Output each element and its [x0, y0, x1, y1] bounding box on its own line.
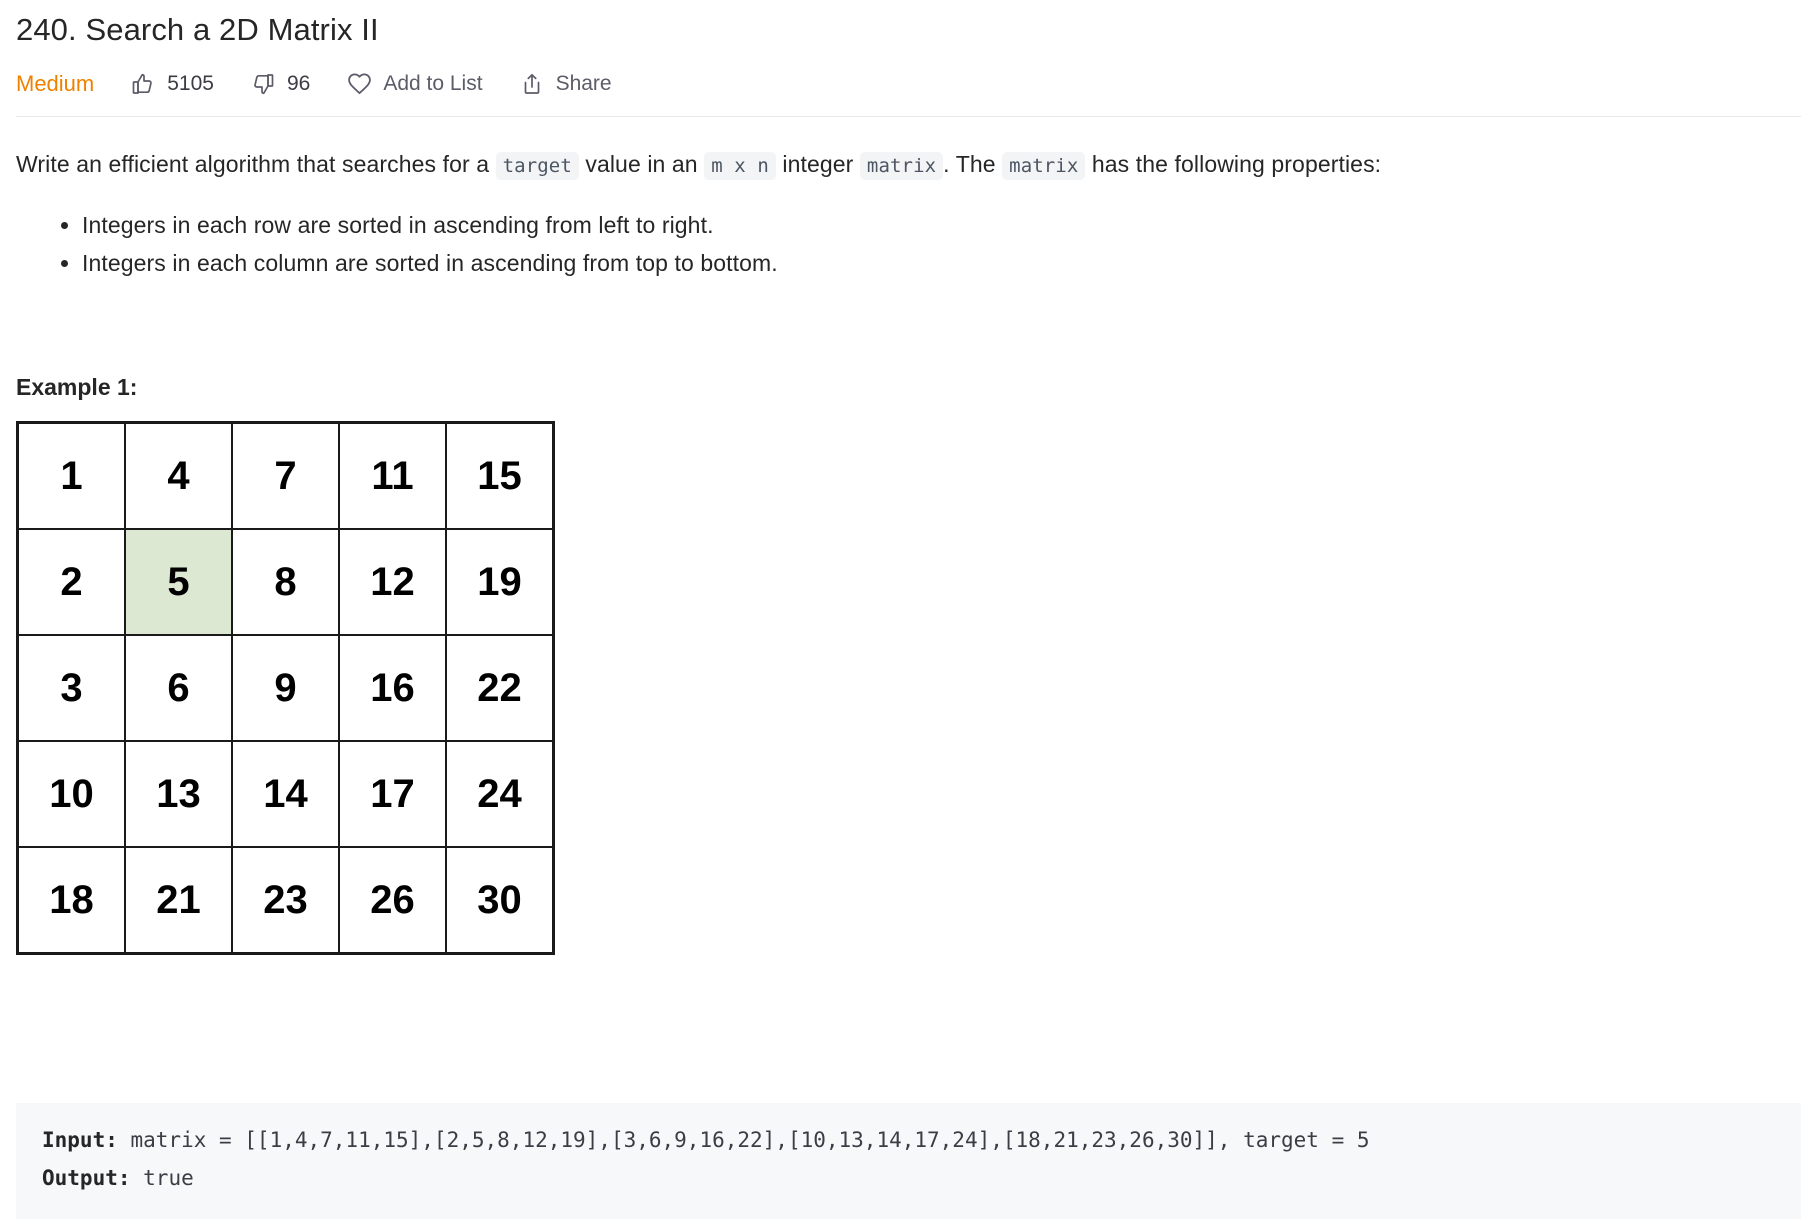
matrix-table: 1 4 7 11 15 2 5 8 12 19 3 6 9 16 22 10 13 14 17 24 18 21 23 26 3…: [16, 421, 555, 955]
inline-code-target: target: [495, 152, 579, 180]
list-item: Integers in each row are sorted in ascen…: [82, 206, 1801, 244]
desc-text-5: has the following properties:: [1085, 151, 1382, 177]
output-label: Output:: [42, 1166, 131, 1190]
matrix-row: 1 4 7 11 15: [16, 421, 555, 530]
matrix-row: 10 13 14 17 24: [16, 740, 555, 848]
matrix-cell: 1: [16, 421, 126, 530]
add-to-list-button[interactable]: Add to List: [346, 71, 483, 97]
matrix-cell-highlighted: 5: [124, 528, 233, 636]
share-icon: [519, 71, 545, 97]
header-divider: [16, 116, 1801, 117]
matrix-cell: 17: [338, 740, 447, 848]
page-title: 240. Search a 2D Matrix II: [16, 12, 379, 47]
heart-icon: [346, 71, 372, 97]
desc-text-1: Write an efficient algorithm that search…: [16, 151, 496, 177]
desc-text-2: value in an: [578, 151, 705, 177]
output-value: true: [130, 1166, 194, 1190]
matrix-cell: 8: [231, 528, 340, 636]
matrix-figure: 1 4 7 11 15 2 5 8 12 19 3 6 9 16 22 10 13 14 17 24 18 21 23 26 3…: [16, 421, 1801, 955]
matrix-cell: 7: [231, 421, 340, 530]
matrix-cell: 11: [338, 421, 447, 530]
problem-meta-row: Medium 5105 96 Add to List Share: [16, 60, 1801, 108]
matrix-cell: 21: [124, 846, 233, 955]
share-label: Share: [555, 72, 612, 95]
matrix-cell: 2: [16, 528, 126, 636]
thumbs-down-icon: [250, 71, 276, 97]
matrix-cell: 9: [231, 634, 340, 742]
matrix-cell: 14: [231, 740, 340, 848]
matrix-cell: 12: [338, 528, 447, 636]
example-heading: Example 1:: [16, 374, 138, 400]
inline-code-mxn: m x n: [704, 152, 776, 180]
list-item: Integers in each column are sorted in as…: [82, 244, 1801, 282]
matrix-cell: 30: [445, 846, 555, 955]
input-value: matrix = [[1,4,7,11,15],[2,5,8,12,19],[3…: [117, 1128, 1370, 1152]
like-count: 5105: [167, 72, 214, 95]
matrix-cell: 15: [445, 421, 555, 530]
matrix-cell: 19: [445, 528, 555, 636]
matrix-cell: 13: [124, 740, 233, 848]
matrix-cell: 22: [445, 634, 555, 742]
add-to-list-label: Add to List: [383, 72, 483, 95]
inline-code-matrix-2: matrix: [1002, 152, 1086, 180]
problem-description: Write an efficient algorithm that search…: [16, 147, 1801, 183]
matrix-cell: 16: [338, 634, 447, 742]
dislike-button[interactable]: 96: [250, 71, 310, 97]
matrix-row: 2 5 8 12 19: [16, 528, 555, 636]
matrix-cell: 23: [231, 846, 340, 955]
matrix-cell: 3: [16, 634, 126, 742]
problem-page: 240. Search a 2D Matrix II Medium 5105 9…: [0, 0, 1817, 1219]
inline-code-matrix-1: matrix: [859, 152, 944, 180]
desc-text-3: integer: [775, 151, 860, 177]
dislike-count: 96: [286, 72, 311, 95]
matrix-cell: 18: [16, 846, 126, 955]
matrix-cell: 24: [445, 740, 555, 848]
matrix-cell: 10: [16, 740, 126, 848]
properties-list: Integers in each row are sorted in ascen…: [16, 206, 1801, 282]
matrix-cell: 6: [124, 634, 233, 742]
share-button[interactable]: Share: [519, 71, 612, 97]
input-label: Input:: [42, 1128, 118, 1152]
thumbs-up-icon: [130, 71, 156, 97]
like-button[interactable]: 5105: [130, 71, 214, 97]
matrix-cell: 4: [124, 421, 233, 530]
matrix-cell: 26: [338, 846, 447, 955]
difficulty-badge: Medium: [16, 71, 95, 96]
matrix-row: 3 6 9 16 22: [16, 634, 555, 742]
matrix-body: 1 4 7 11 15 2 5 8 12 19 3 6 9 16 22 10 13 14 17 24 18 21 23 26 3…: [16, 421, 555, 955]
example-code-block: Input: matrix = [[1,4,7,11,15],[2,5,8,12…: [16, 1103, 1801, 1219]
matrix-row: 18 21 23 26 30: [16, 846, 555, 955]
desc-text-4: . The: [943, 151, 1003, 177]
